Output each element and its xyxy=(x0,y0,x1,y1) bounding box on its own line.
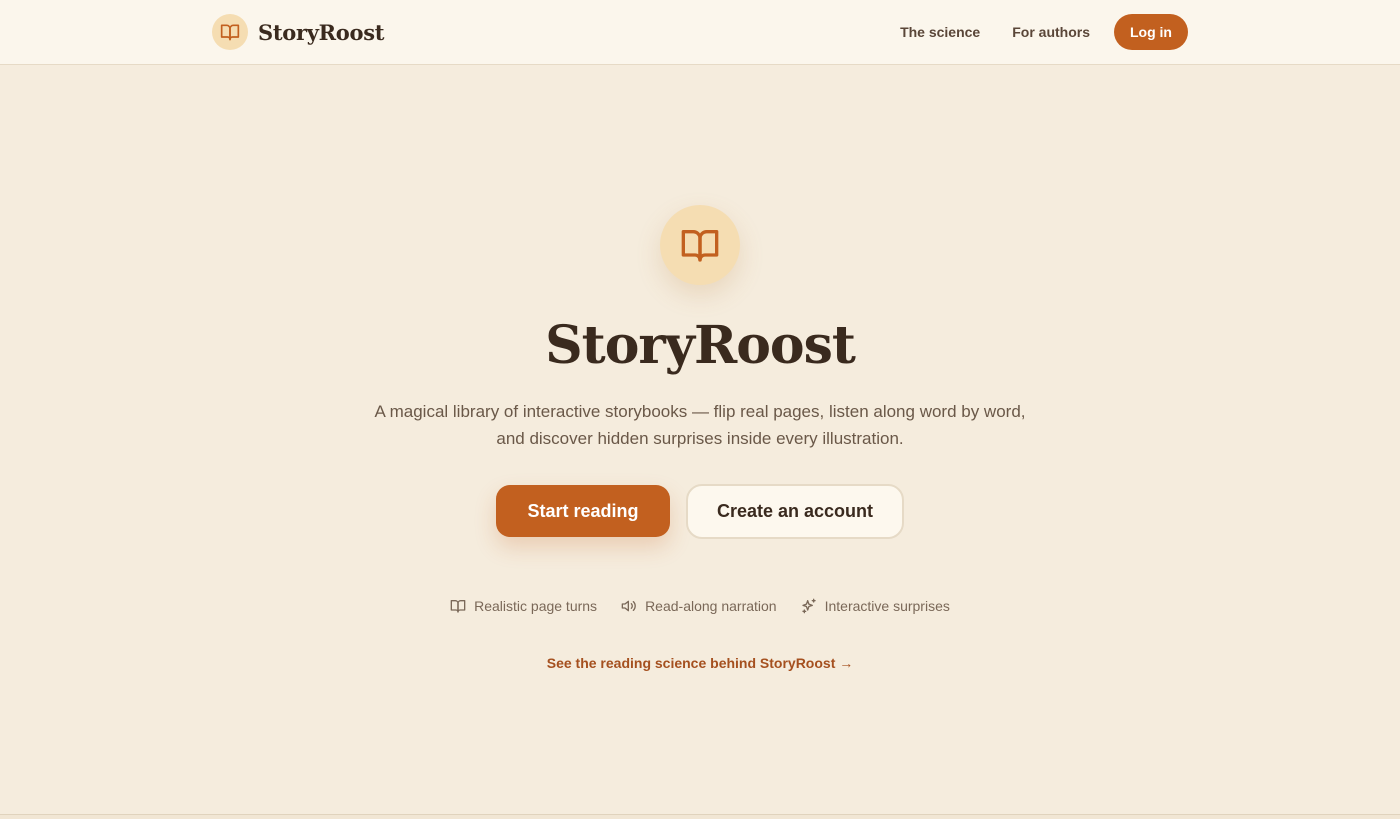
top-nav: The science For authors Log in xyxy=(900,14,1188,50)
site-header: StoryRoost The science For authors Log i… xyxy=(0,0,1400,65)
hero-subtitle: A magical library of interactive storybo… xyxy=(374,402,1026,448)
login-button[interactable]: Log in xyxy=(1114,14,1188,50)
brand-name: StoryRoost xyxy=(258,19,385,45)
open-book-icon xyxy=(450,600,466,613)
open-book-icon xyxy=(220,24,240,41)
footer-divider xyxy=(0,814,1400,819)
open-book-icon xyxy=(681,230,719,262)
feature-narration: Read-along narration xyxy=(621,598,777,614)
sparkles-icon xyxy=(801,598,816,614)
cta-row: Start reading Create an account xyxy=(0,484,1400,539)
brand-badge xyxy=(212,14,248,50)
speaker-icon xyxy=(621,600,636,612)
science-link[interactable]: See the reading science behind StoryRoos… xyxy=(547,655,854,671)
feature-label: Read-along narration xyxy=(645,598,777,614)
hero-badge xyxy=(660,205,740,285)
brand-logo[interactable]: StoryRoost xyxy=(212,14,384,50)
create-account-button[interactable]: Create an account xyxy=(686,484,904,539)
feature-list: Realistic page turns Read-along narratio… xyxy=(0,595,1400,617)
feature-surprises: Interactive surprises xyxy=(801,598,950,614)
start-reading-button[interactable]: Start reading xyxy=(496,485,670,537)
hero-title: StoryRoost xyxy=(545,315,856,376)
feature-label: Realistic page turns xyxy=(474,598,598,614)
nav-link-for-authors[interactable]: For authors xyxy=(1012,24,1090,40)
science-link-row: See the reading science behind StoryRoos… xyxy=(0,655,1400,673)
feature-page-turns: Realistic page turns xyxy=(450,598,597,614)
nav-link-the-science[interactable]: The science xyxy=(900,24,980,40)
feature-label: Interactive surprises xyxy=(824,598,950,614)
